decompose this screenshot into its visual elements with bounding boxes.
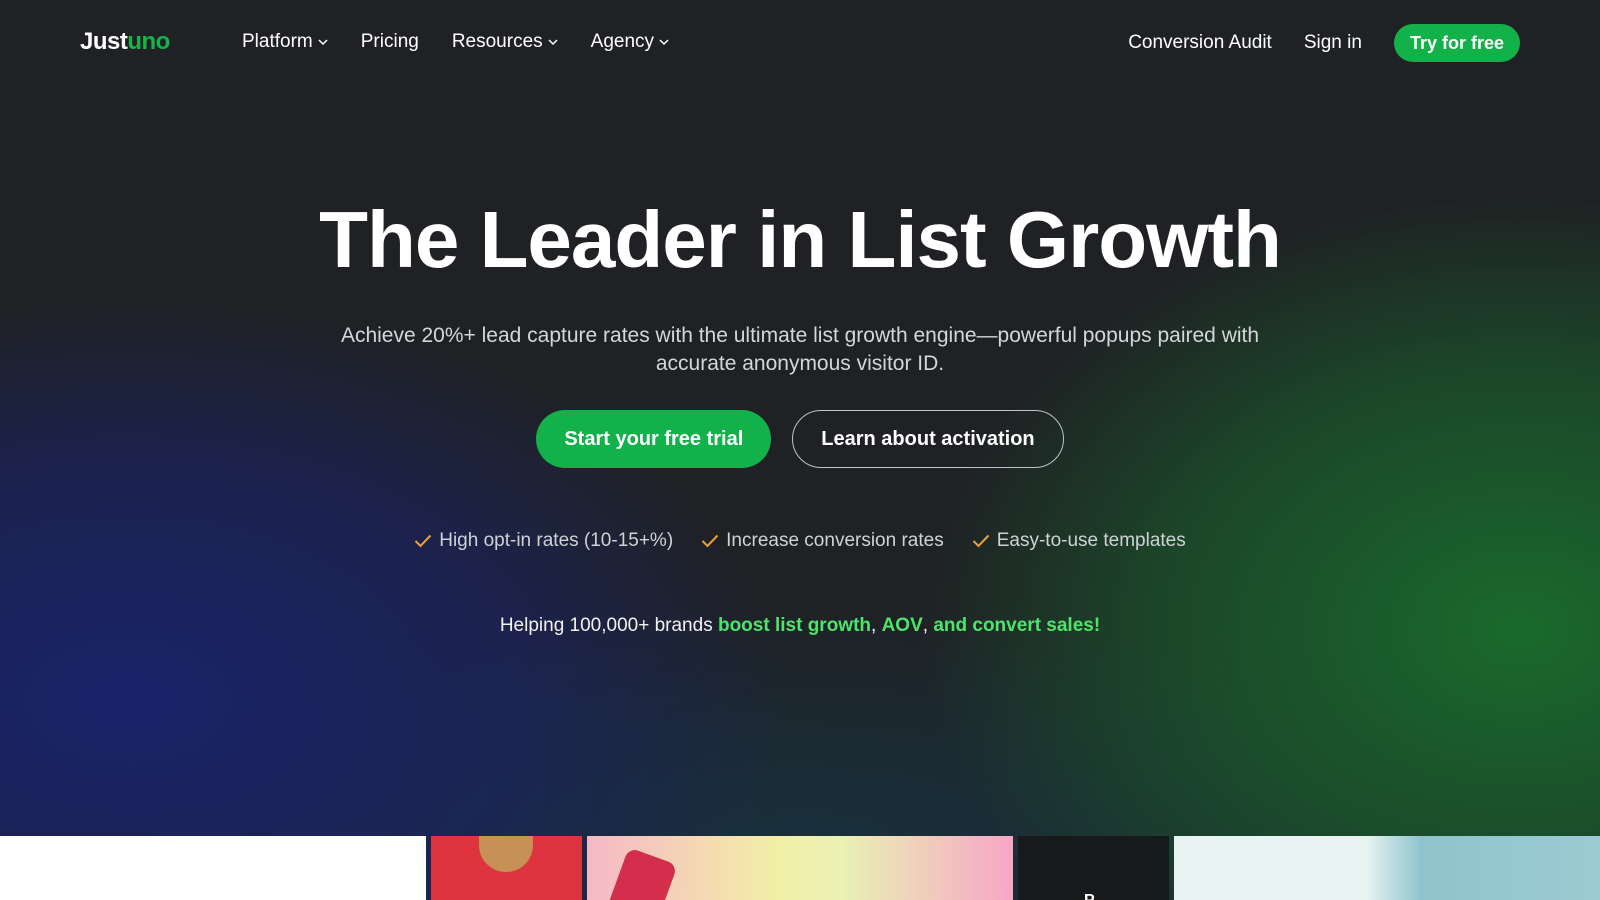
showcase-card [431,836,582,900]
feature-item: High opt-in rates (10-15+%) [414,530,673,552]
tagline-highlight: boost list growth [717,615,872,636]
chevron-down-icon [659,39,669,46]
nav-item-label: Resources [451,31,543,52]
justuno-logo[interactable]: Justuno [80,28,170,56]
card-text: P [1084,892,1095,900]
feature-label: High opt-in rates (10-15+%) [439,530,674,551]
showcase-card [1174,836,1600,900]
checkmark-icon [701,534,719,548]
nav-item-label: Platform [242,31,313,52]
tagline-highlight: and convert sales! [933,615,1101,636]
tagline-separator: , [922,615,934,636]
cat-image [479,836,533,872]
nav-item-agency[interactable]: Agency [591,31,669,53]
showcase-card [0,836,426,900]
chevron-down-icon [318,39,328,46]
nav-item-label: Agency [590,31,655,52]
feature-label: Easy-to-use templates [996,530,1186,551]
showcase-card: P [1018,836,1169,900]
try-for-free-button[interactable]: Try for free [1393,24,1520,62]
tagline-separator: , [871,615,882,636]
sign-in-link[interactable]: Sign in [1304,32,1362,54]
tagline-highlight: AOV [881,615,923,636]
hero-title: The Leader in List Growth [319,195,1282,284]
main-menu: Platform Pricing Resources Agency [242,31,669,53]
can-image [604,847,678,900]
tagline-prefix: Helping 100,000+ brands [499,615,718,636]
learn-about-activation-button[interactable]: Learn about activation [792,410,1064,468]
conversion-audit-link[interactable]: Conversion Audit [1128,32,1272,54]
checkmark-icon [972,534,989,548]
hero-subtitle: Achieve 20%+ lead capture rates with the… [340,324,1260,375]
start-free-trial-button[interactable]: Start your free trial [536,410,772,468]
checkmark-icon [415,534,432,548]
nav-actions: Conversion Audit Sign in Try for free [1128,24,1520,62]
nav-item-label: Pricing [360,31,419,52]
nav-item-pricing[interactable]: Pricing [361,31,419,53]
feature-label: Increase conversion rates [726,530,944,551]
chevron-down-icon [548,39,558,46]
showcase-card [587,836,1013,900]
feature-item: Increase conversion rates [701,530,944,552]
brands-tagline: Helping 100,000+ brands boost list growt… [0,615,1600,637]
showcase-strip: P [0,836,1600,900]
hero-cta-group: Start your free trial Learn about activa… [0,410,1600,468]
feature-list: High opt-in rates (10-15+%) Increase con… [0,530,1600,552]
nav-item-platform[interactable]: Platform [242,31,328,53]
top-navigation: Justuno Platform Pricing Resources Agenc… [0,0,1600,86]
feature-item: Easy-to-use templates [972,530,1186,552]
nav-item-resources[interactable]: Resources [452,31,558,53]
